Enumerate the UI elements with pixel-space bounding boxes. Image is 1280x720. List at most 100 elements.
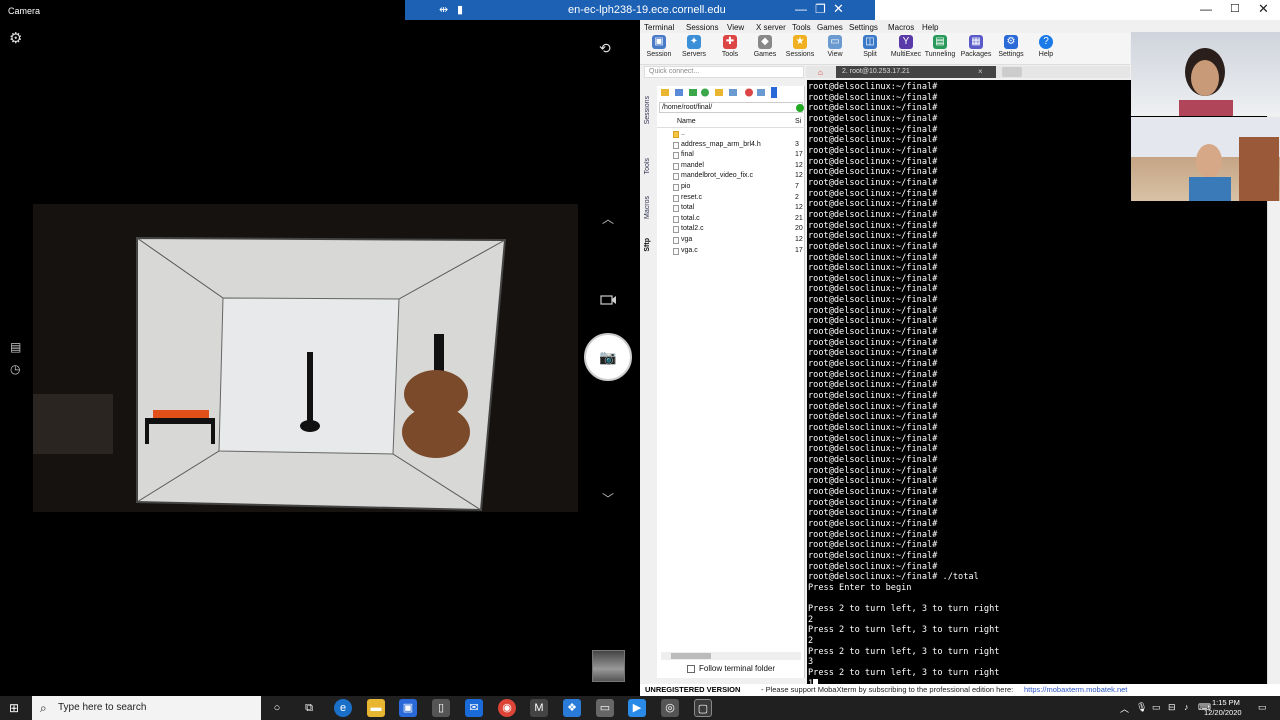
- checkbox[interactable]: [687, 664, 695, 673]
- menu-sessions[interactable]: Sessions: [686, 23, 718, 32]
- menu-view[interactable]: View: [727, 23, 744, 32]
- notifications-icon[interactable]: ▭: [1258, 702, 1267, 713]
- sftp-toolbar[interactable]: [657, 86, 805, 100]
- timer-icon[interactable]: ◷: [10, 362, 20, 376]
- toolbar-servers-button[interactable]: ✦ Servers: [674, 35, 714, 58]
- chevron-up-icon[interactable]: ︿: [602, 210, 614, 227]
- path-ok-icon[interactable]: [796, 104, 804, 112]
- side-tab-tools[interactable]: Tools: [644, 158, 651, 174]
- toolbar-sessions-button[interactable]: ★ Sessions: [780, 35, 820, 58]
- remote-minimize-button[interactable]: —: [795, 2, 807, 16]
- menu-bar: Terminal Sessions View X server Tools Ga…: [640, 20, 1130, 33]
- file-row[interactable]: total 12: [657, 203, 805, 214]
- mobaxterm-icon[interactable]: ▢: [694, 699, 712, 717]
- vscode-icon[interactable]: ❖: [563, 699, 581, 717]
- mail-icon[interactable]: ✉: [465, 699, 483, 717]
- file-row[interactable]: final 17: [657, 150, 805, 161]
- volume-icon[interactable]: ♪: [1184, 702, 1189, 712]
- home-icon[interactable]: ⌂: [818, 68, 823, 77]
- windows-logo-icon[interactable]: ⊞: [9, 701, 23, 715]
- terminal-line: root@delsoclinux:~/final#: [808, 476, 938, 487]
- network-icon[interactable]: ⊟: [1168, 702, 1176, 713]
- taskbar-search[interactable]: ⌕ Type here to search: [32, 696, 261, 720]
- side-tab-sessions[interactable]: Sessions: [644, 96, 651, 124]
- file-row[interactable]: address_map_arm_brl4.h 3: [657, 140, 805, 151]
- framing-grid-icon[interactable]: ▤: [10, 340, 21, 354]
- remote-close-button[interactable]: ✕: [833, 1, 844, 17]
- clock-date[interactable]: 12/20/2020: [1204, 708, 1242, 717]
- quick-connect-input[interactable]: Quick connect...: [644, 66, 804, 78]
- file-row[interactable]: mandelbrot_video_fix.c 12: [657, 171, 805, 182]
- tray-overflow-icon[interactable]: ︿: [1120, 702, 1129, 715]
- side-tab-macros[interactable]: Macros: [644, 196, 651, 219]
- terminal-line: root@delsoclinux:~/final#: [808, 454, 938, 465]
- file-row[interactable]: vga.c 17: [657, 246, 805, 257]
- new-tab-button[interactable]: [1002, 67, 1022, 77]
- terminal-line: 3: [808, 657, 814, 668]
- chevron-down-icon[interactable]: ﹀: [602, 490, 614, 507]
- edge-icon[interactable]: e: [334, 699, 352, 717]
- chrome-icon[interactable]: ◉: [498, 699, 516, 717]
- camera-switch-icon[interactable]: ⟲: [599, 40, 617, 56]
- pin-icon[interactable]: ⇹: [439, 3, 448, 16]
- remote-title: en-ec-lph238-19.ece.cornell.edu: [568, 4, 726, 16]
- side-tab-sftp[interactable]: Sftp: [644, 238, 651, 252]
- toolbar-games-button[interactable]: ◆ Games: [745, 35, 785, 58]
- sftp-path-input[interactable]: /home/root/final/: [659, 102, 804, 113]
- follow-terminal-folder-checkbox[interactable]: Follow terminal folder: [687, 664, 775, 673]
- toolbar-tunneling-button[interactable]: ▤ Tunneling: [920, 35, 960, 58]
- camera-app-icon[interactable]: ◎: [661, 699, 679, 717]
- close-icon[interactable]: ×: [978, 66, 983, 78]
- maximize-button[interactable]: ☐: [1230, 2, 1240, 15]
- scrollbar-thumb[interactable]: [671, 653, 711, 659]
- toolbar-split-button[interactable]: ◫ Split: [850, 35, 890, 58]
- file-name: total2.c: [681, 225, 704, 233]
- microphone-icon[interactable]: 🎙: [1136, 702, 1147, 713]
- mobatek-link[interactable]: https://mobaxterm.mobatek.net: [1024, 684, 1127, 696]
- file-row[interactable]: total2.c 20: [657, 224, 805, 235]
- menu-games[interactable]: Games: [817, 23, 843, 32]
- camera-viewfinder: [33, 204, 578, 512]
- column-size[interactable]: Si: [795, 118, 801, 125]
- signal-icon[interactable]: ▮: [457, 3, 463, 16]
- menu-macros[interactable]: Macros: [888, 23, 914, 32]
- battery-icon[interactable]: ▭: [1152, 702, 1161, 713]
- file-row[interactable]: mandel 12: [657, 161, 805, 172]
- menu-xserver[interactable]: X server: [756, 23, 786, 32]
- toolbar-settings-button[interactable]: ⚙ Settings: [991, 35, 1031, 58]
- video-mode-icon[interactable]: [600, 294, 617, 306]
- app-icon[interactable]: ▯: [432, 699, 450, 717]
- remote-restore-button[interactable]: ❐: [815, 2, 826, 16]
- store-icon[interactable]: ▣: [399, 699, 417, 717]
- menu-tools[interactable]: Tools: [792, 23, 811, 32]
- last-photo-thumbnail[interactable]: [592, 650, 625, 682]
- remote-desktop-icon[interactable]: ▭: [596, 699, 614, 717]
- cortana-icon[interactable]: ○: [268, 699, 286, 717]
- file-row[interactable]: ..: [657, 129, 805, 140]
- file-row[interactable]: vga 12: [657, 235, 805, 246]
- clock-time[interactable]: 1:15 PM: [1212, 698, 1240, 707]
- toolbar-help-button[interactable]: ? Help: [1026, 35, 1066, 58]
- close-button[interactable]: ✕: [1258, 1, 1269, 17]
- toolbar-packages-button[interactable]: ▦ Packages: [956, 35, 996, 58]
- zoom-icon[interactable]: ▶: [628, 699, 646, 717]
- minimize-button[interactable]: —: [1200, 2, 1212, 16]
- horizontal-scrollbar[interactable]: [661, 652, 801, 660]
- file-row[interactable]: pio 7: [657, 182, 805, 193]
- toolbar-view-button[interactable]: ▭ View: [815, 35, 855, 58]
- terminal-line: root@delsoclinux:~/final#: [808, 508, 938, 519]
- gear-icon[interactable]: ⚙: [9, 31, 25, 47]
- toolbar-session-button[interactable]: ▣ Session: [639, 35, 679, 58]
- file-row[interactable]: total.c 21: [657, 214, 805, 225]
- menu-settings[interactable]: Settings: [849, 23, 878, 32]
- matlab-icon[interactable]: M: [530, 699, 548, 717]
- file-explorer-icon[interactable]: ▬: [367, 699, 385, 717]
- session-tab[interactable]: 2. root@10.253.17.21 ×: [836, 66, 996, 78]
- file-name: total: [681, 204, 695, 212]
- column-name[interactable]: Name: [677, 118, 696, 125]
- menu-terminal[interactable]: Terminal: [644, 23, 674, 32]
- menu-help[interactable]: Help: [922, 23, 938, 32]
- toolbar-tools-button[interactable]: ✚ Tools: [710, 35, 750, 58]
- task-view-icon[interactable]: ⧉: [300, 699, 318, 717]
- file-row[interactable]: reset.c 2: [657, 193, 805, 204]
